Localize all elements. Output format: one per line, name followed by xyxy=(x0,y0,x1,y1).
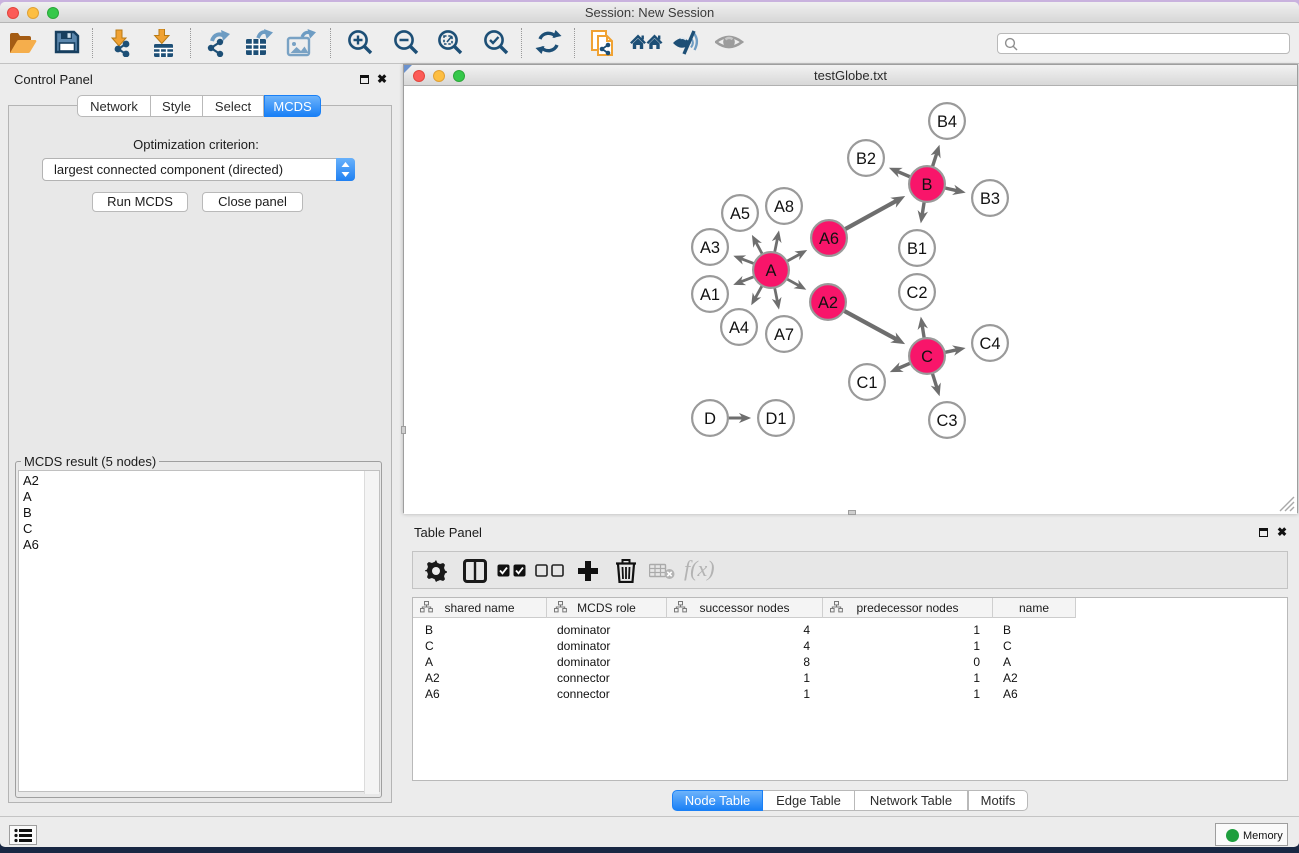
svg-text:C2: C2 xyxy=(907,284,928,302)
svg-text:A6: A6 xyxy=(819,230,839,248)
svg-text:A4: A4 xyxy=(729,319,749,337)
svg-text:D: D xyxy=(704,410,716,428)
svg-text:B3: B3 xyxy=(980,190,1000,208)
svg-text:C1: C1 xyxy=(857,374,878,392)
svg-text:A3: A3 xyxy=(700,239,720,257)
svg-text:C: C xyxy=(921,348,933,366)
svg-text:C4: C4 xyxy=(980,335,1001,353)
svg-text:A8: A8 xyxy=(774,198,794,216)
svg-text:B1: B1 xyxy=(907,240,927,258)
svg-text:B2: B2 xyxy=(856,150,876,168)
svg-text:A2: A2 xyxy=(818,294,838,312)
svg-text:B: B xyxy=(922,176,933,194)
svg-text:A: A xyxy=(766,262,777,280)
svg-text:A1: A1 xyxy=(700,286,720,304)
svg-text:A7: A7 xyxy=(774,326,794,344)
svg-text:C3: C3 xyxy=(937,412,958,430)
svg-text:D1: D1 xyxy=(766,410,787,428)
svg-text:B4: B4 xyxy=(937,113,957,131)
svg-text:A5: A5 xyxy=(730,205,750,223)
